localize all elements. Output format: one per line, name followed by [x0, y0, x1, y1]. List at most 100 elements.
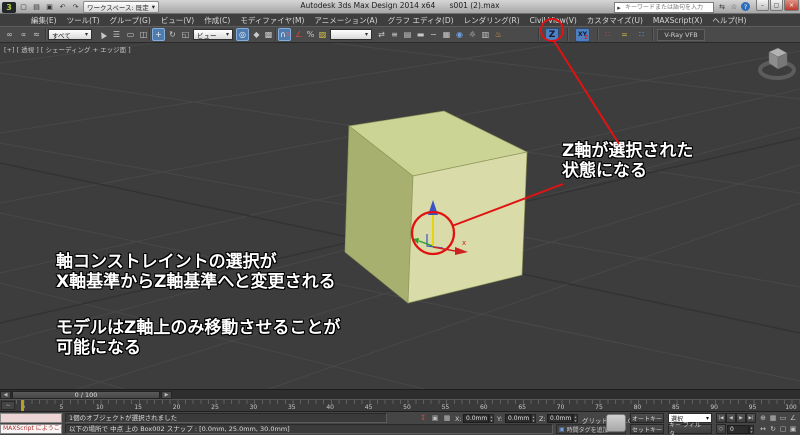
keyboard-override-icon[interactable]: ▩: [262, 28, 275, 41]
menu-item-8[interactable]: レンダリング(R): [459, 15, 525, 26]
menu-item-2[interactable]: グループ(G): [105, 15, 156, 26]
auto-key-button[interactable]: オートキー: [630, 413, 664, 423]
favorites-star-icon[interactable]: ☆: [729, 2, 739, 12]
track-bar[interactable]: ∼ 05101520253035404550556065707580859095…: [0, 399, 800, 412]
absolute-offset-toggle-icon[interactable]: ▦: [442, 413, 452, 423]
z-spinner[interactable]: ▴▾: [573, 414, 578, 423]
maximize-button[interactable]: ▢: [770, 0, 783, 11]
key-mode-toggle[interactable]: ○: [716, 424, 726, 434]
zoom-icon[interactable]: ⊕: [758, 413, 768, 423]
time-step-back-button[interactable]: ◀: [0, 391, 11, 399]
set-key-button[interactable]: セットキー: [630, 424, 664, 434]
menu-item-6[interactable]: アニメーション(A): [309, 15, 382, 26]
play-button[interactable]: ▶: [736, 413, 746, 423]
menu-item-1[interactable]: ツール(T): [62, 15, 105, 26]
lock-icon[interactable]: ▣: [430, 413, 440, 423]
save-file-icon[interactable]: ▣: [44, 2, 55, 13]
menu-item-3[interactable]: ビュー(V): [156, 15, 199, 26]
rendered-frame-window-icon[interactable]: ▥: [479, 28, 492, 41]
z-axis-constraint-button[interactable]: Z: [545, 28, 559, 42]
undo-icon[interactable]: ↶: [57, 2, 68, 13]
x-coordinate-field[interactable]: 0.0mm: [463, 414, 489, 423]
walk-through-icon[interactable]: ▢: [778, 424, 788, 434]
box-object[interactable]: [345, 111, 527, 303]
y-coordinate-field[interactable]: 0.0mm: [505, 414, 531, 423]
align-icon[interactable]: ≡: [388, 28, 401, 41]
xy-plane-constraint-button[interactable]: XY Z: [575, 28, 590, 42]
selection-filter-dropdown[interactable]: すべて▾: [48, 29, 92, 40]
ribbon-toggle-icon[interactable]: ▬: [414, 28, 427, 41]
vray-vfb-button[interactable]: V-Ray VFB: [657, 29, 705, 41]
menu-item-4[interactable]: 作成(C): [199, 15, 235, 26]
schematic-view-icon[interactable]: ▦: [440, 28, 453, 41]
time-slider[interactable]: ◀ 0 / 100 ▶: [0, 389, 800, 399]
exchange-icon[interactable]: ⇆: [717, 2, 727, 12]
app-menu-button[interactable]: 3: [2, 2, 16, 13]
mirror-icon[interactable]: ⇄: [375, 28, 388, 41]
z-coordinate-field[interactable]: 0.0mm: [547, 414, 573, 423]
previous-frame-button[interactable]: ◀: [726, 413, 736, 423]
redo-icon[interactable]: ↷: [70, 2, 81, 13]
current-frame-field[interactable]: 0: [727, 425, 749, 434]
material-editor-icon[interactable]: ◉: [453, 28, 466, 41]
y-spinner[interactable]: ▴▾: [531, 414, 536, 423]
selection-region-icon[interactable]: ▭: [124, 28, 137, 41]
bind-to-space-warp-icon[interactable]: ≈: [30, 28, 43, 41]
help-icon[interactable]: ?: [741, 2, 750, 11]
select-and-link-icon[interactable]: ∞: [3, 28, 16, 41]
menu-item-9[interactable]: Civil View(V): [525, 16, 582, 25]
maxscript-listener[interactable]: MAXScript にようこそ: [0, 424, 62, 434]
render-setup-icon[interactable]: ☼: [466, 28, 479, 41]
maximize-viewport-icon[interactable]: ▣: [788, 424, 798, 434]
pan-icon[interactable]: ↔: [758, 424, 768, 434]
viewcube[interactable]: [760, 48, 794, 78]
time-slider-handle[interactable]: 0 / 100: [12, 391, 160, 399]
render-production-icon[interactable]: ♨: [492, 28, 505, 41]
zoom-region-icon[interactable]: ▭: [778, 413, 788, 423]
red-grid-icon[interactable]: ∷: [601, 28, 614, 41]
minimize-button[interactable]: –: [756, 0, 769, 11]
menu-item-12[interactable]: ヘルプ(H): [707, 15, 751, 26]
select-and-move-icon[interactable]: +: [152, 28, 165, 41]
blue-grid-icon[interactable]: ∷: [635, 28, 648, 41]
menu-item-11[interactable]: MAXScript(X): [648, 16, 707, 25]
go-to-start-button[interactable]: |◀: [716, 413, 726, 423]
edit-named-selections-icon[interactable]: ▨: [316, 28, 329, 41]
reference-coordinate-dropdown[interactable]: ビュー▾: [193, 29, 233, 40]
mini-curve-editor-button[interactable]: ∼: [1, 401, 15, 410]
frame-spinner[interactable]: ▴▾: [749, 425, 754, 434]
yellow-dashes-icon[interactable]: =: [618, 28, 631, 41]
viewport-label[interactable]: [+] [ 透視 ] [ シェーディング + エッジ面 ]: [4, 44, 131, 54]
use-pivot-center-icon[interactable]: ◎: [236, 28, 249, 41]
search-input[interactable]: [623, 4, 713, 12]
open-file-icon[interactable]: ▤: [31, 2, 42, 13]
go-to-end-button[interactable]: ▶|: [746, 413, 756, 423]
perspective-viewport[interactable]: x [+] [ 透視 ] [ シェーディング + エッジ面 ] Z軸が選択された…: [0, 43, 800, 389]
time-step-forward-button[interactable]: ▶: [161, 391, 172, 399]
trackbar-ruler[interactable]: 0510152025303540455055606570758085909510…: [0, 400, 800, 411]
snaps-toggle-icon[interactable]: ∩3: [278, 28, 291, 41]
menu-item-0[interactable]: 編集(E): [26, 15, 62, 26]
select-and-rotate-icon[interactable]: ↻: [166, 28, 179, 41]
menu-item-10[interactable]: カスタマイズ(U): [582, 15, 648, 26]
select-object-icon[interactable]: ▲: [94, 26, 112, 44]
close-button[interactable]: ×: [784, 0, 799, 11]
x-spinner[interactable]: ▴▾: [489, 414, 494, 423]
new-scene-icon[interactable]: ▢: [18, 2, 29, 13]
select-by-name-icon[interactable]: ☰: [110, 28, 123, 41]
time-configuration-button[interactable]: [606, 414, 626, 432]
menu-item-7[interactable]: グラフ エディタ(D): [383, 15, 459, 26]
orbit-icon[interactable]: ↻: [768, 424, 778, 434]
macro-recorder-pane[interactable]: [0, 413, 62, 423]
menu-item-5[interactable]: モディファイヤ(M): [235, 15, 309, 26]
field-of-view-icon[interactable]: ∠: [788, 413, 798, 423]
workspace-dropdown[interactable]: ワークスペース: 既定 ▾: [83, 1, 159, 13]
key-filters-button[interactable]: キー フィルタ...: [668, 424, 712, 434]
named-selection-sets-dropdown[interactable]: ▾: [330, 29, 372, 40]
current-frame-marker[interactable]: [21, 400, 24, 411]
select-and-scale-icon[interactable]: ◱: [179, 28, 192, 41]
selection-lock-icon[interactable]: ↧: [418, 413, 428, 423]
curve-editor-icon[interactable]: ∼: [427, 28, 440, 41]
unlink-selection-icon[interactable]: ∝: [17, 28, 30, 41]
zoom-all-icon[interactable]: ▦: [768, 413, 778, 423]
